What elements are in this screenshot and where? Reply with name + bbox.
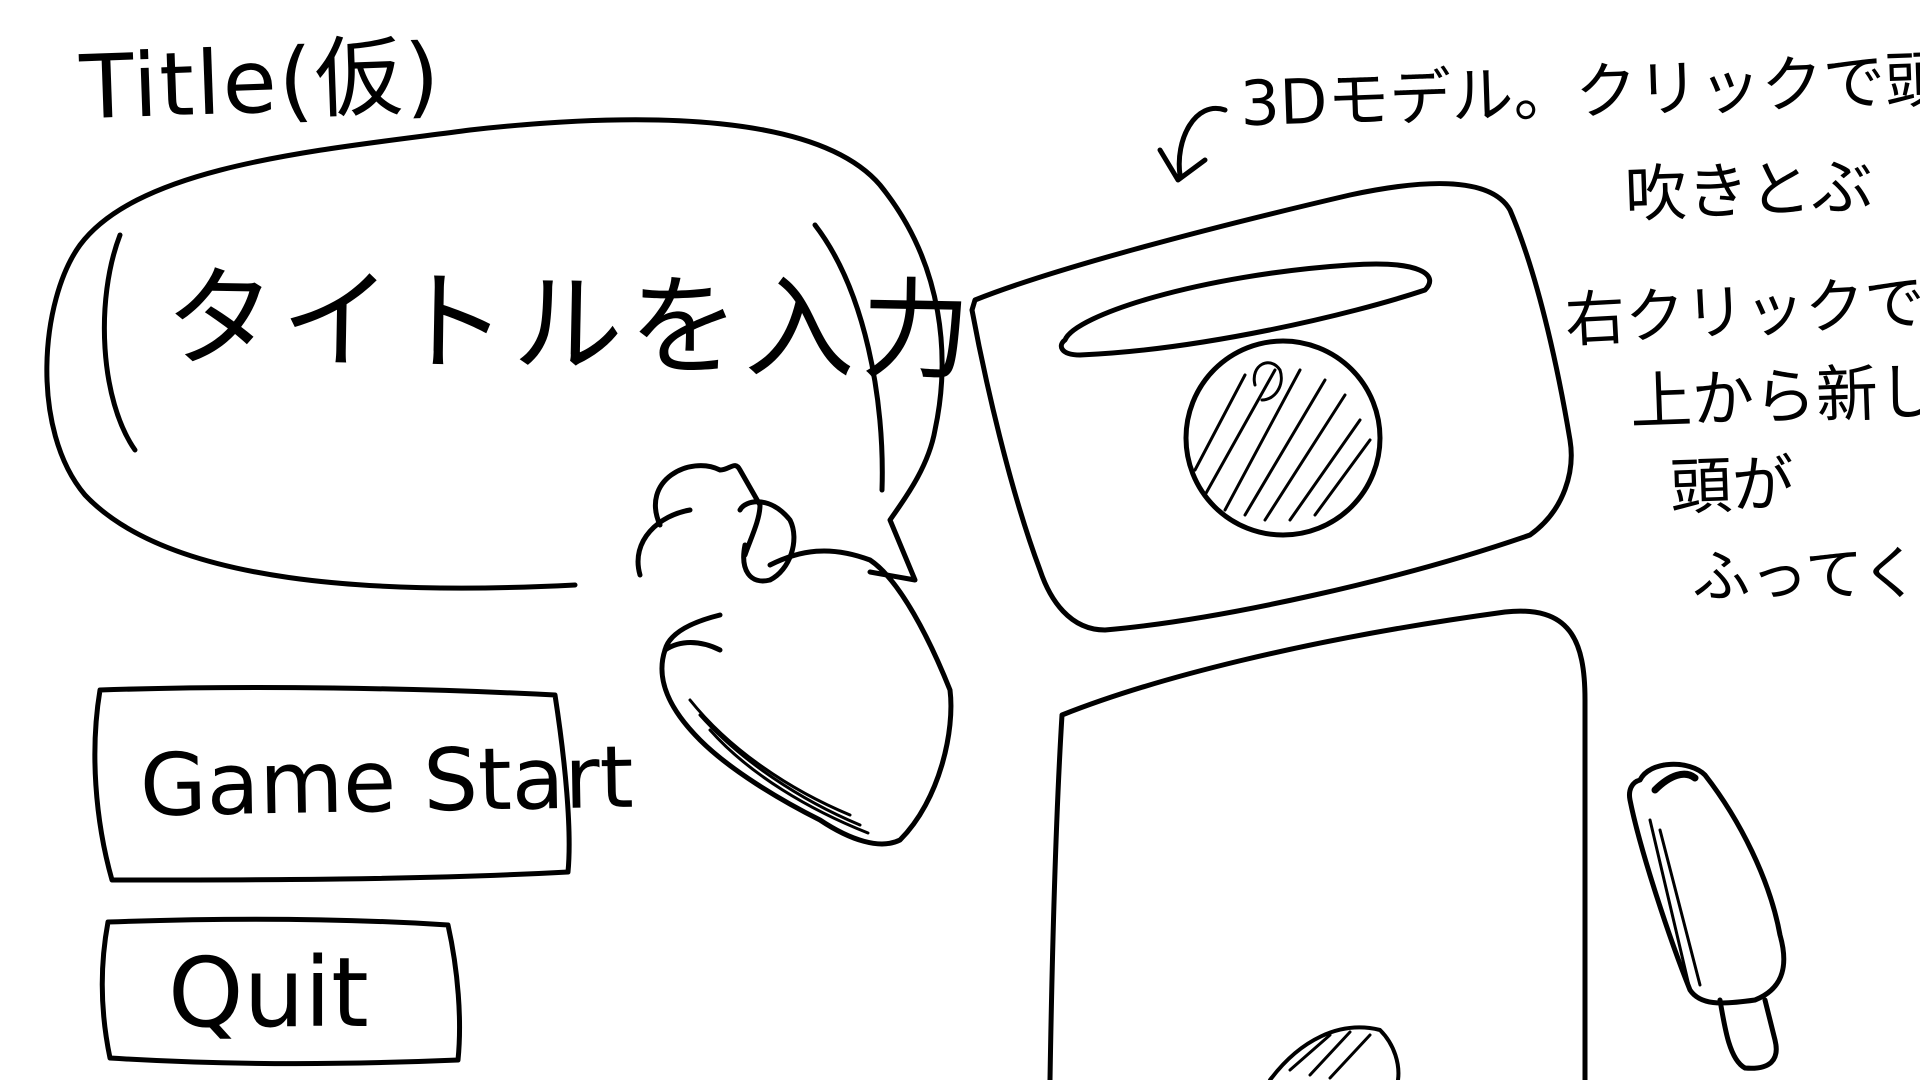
title-screen-mockup: Title(仮) タイトルを入力 Game Start Quit 3Dモデル。ク… bbox=[0, 0, 1920, 1080]
annotation-arrow bbox=[1157, 105, 1228, 183]
robot-head-model[interactable] bbox=[965, 185, 1575, 635]
quit-button[interactable]: Quit bbox=[98, 915, 460, 1065]
right-click-note-line2: 上から新しい bbox=[1628, 352, 1920, 439]
right-click-note-line1: 右クリックで bbox=[1563, 267, 1920, 357]
screen-title: Title(仮) bbox=[78, 23, 443, 140]
popsicle-drawing bbox=[1627, 761, 1787, 1071]
hand-drawing bbox=[635, 463, 954, 847]
right-click-note-line3: 頭が bbox=[1668, 446, 1796, 525]
right-click-note-line4: ふってくる。 bbox=[1691, 537, 1920, 611]
game-start-button[interactable]: Game Start bbox=[88, 683, 634, 883]
game-start-label: Game Start bbox=[139, 727, 635, 837]
model-note-line2: 吹きとぶ bbox=[1623, 149, 1875, 232]
title-placeholder-text: タイトルを入力 bbox=[163, 253, 979, 397]
quit-label: Quit bbox=[168, 937, 369, 1049]
bubble-inner-left-mark bbox=[101, 232, 138, 453]
robot-body-model[interactable] bbox=[1050, 612, 1590, 1080]
